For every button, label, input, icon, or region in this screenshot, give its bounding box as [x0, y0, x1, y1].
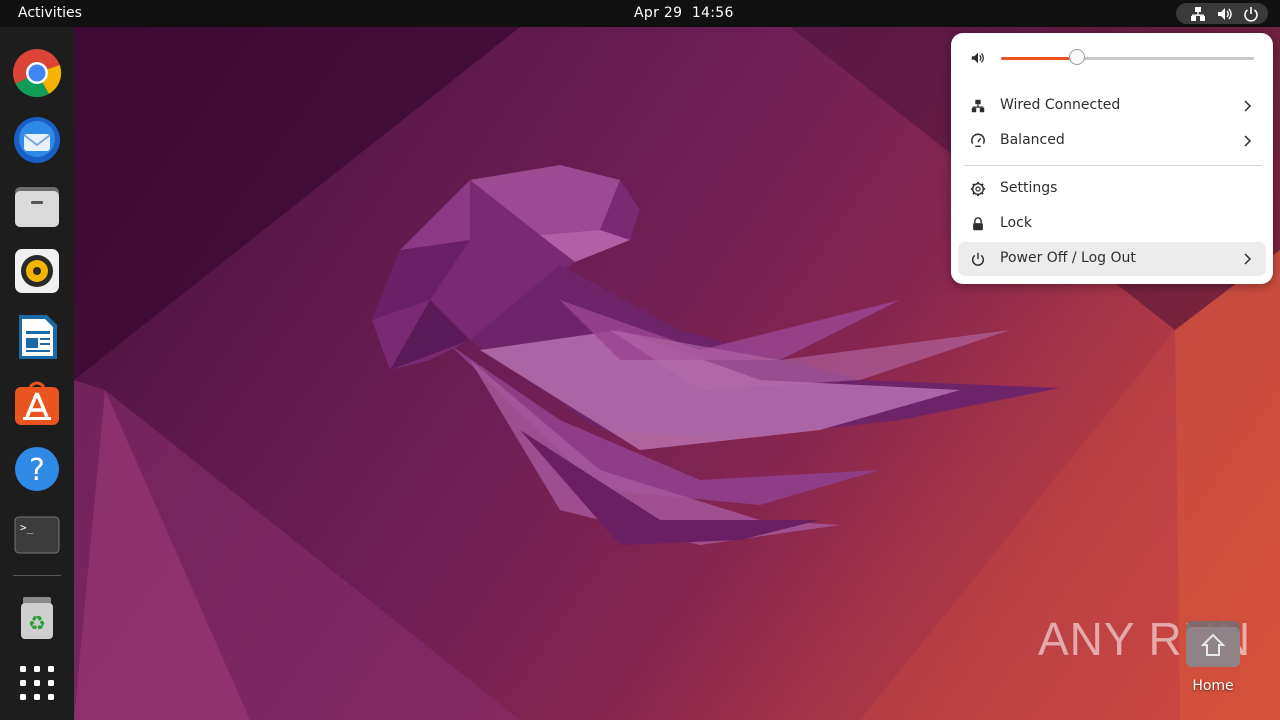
home-folder-label[interactable]: Home	[1180, 678, 1246, 694]
power-off-label: Power Off / Log Out	[1000, 250, 1136, 266]
network-wired-icon	[971, 99, 985, 113]
chevron-right-icon	[1244, 100, 1252, 112]
volume-slider[interactable]	[1001, 49, 1254, 65]
power-icon	[972, 252, 984, 266]
thunderbird-icon[interactable]	[11, 113, 63, 165]
wired-connected-label: Wired Connected	[1000, 97, 1121, 113]
dock-separator	[13, 575, 61, 576]
volume-slider-fill	[1001, 57, 1077, 60]
lock-item[interactable]: Lock	[958, 207, 1266, 241]
power-mode-item[interactable]: Balanced	[958, 124, 1266, 158]
top-bar: Activities Apr 29 14:56	[0, 0, 1280, 27]
svg-text:>_: >_	[20, 521, 34, 534]
files-icon[interactable]	[11, 179, 63, 231]
clock-date: Apr 29	[634, 5, 683, 21]
svg-text:♻: ♻	[28, 611, 46, 635]
terminal-icon[interactable]: >_	[11, 509, 63, 561]
writer-icon[interactable]	[11, 311, 63, 363]
dock: ? >_ ♻	[0, 27, 74, 720]
system-tray[interactable]	[1176, 3, 1268, 24]
power-off-item[interactable]: Power Off / Log Out	[958, 242, 1266, 276]
power-profile-icon	[971, 133, 985, 148]
chevron-right-icon	[1244, 135, 1252, 147]
lock-icon	[973, 217, 983, 231]
volume-slider-handle[interactable]	[1069, 49, 1085, 65]
speaker-icon	[971, 52, 984, 64]
trash-icon[interactable]: ♻	[11, 591, 63, 643]
wired-connected-item[interactable]: Wired Connected	[958, 89, 1266, 123]
clock[interactable]: Apr 29 14:56	[634, 5, 734, 21]
lock-label: Lock	[1000, 215, 1032, 231]
gear-icon	[970, 181, 986, 197]
activities-button[interactable]: Activities	[18, 5, 82, 21]
power-icon	[1244, 7, 1258, 22]
chevron-right-icon	[1244, 253, 1252, 265]
chrome-icon[interactable]	[11, 47, 63, 99]
system-menu: Wired Connected Balanced Settings Lock P…	[951, 33, 1273, 284]
volume-icon	[1218, 8, 1232, 20]
svg-text:?: ?	[29, 453, 45, 488]
clock-time: 14:56	[691, 5, 734, 21]
rhythmbox-icon[interactable]	[11, 245, 63, 297]
settings-label: Settings	[1000, 180, 1058, 196]
software-icon[interactable]	[11, 377, 63, 429]
menu-separator	[964, 165, 1262, 166]
app-grid-icon[interactable]	[11, 657, 63, 709]
home-folder-icon[interactable]	[1184, 617, 1242, 669]
power-mode-label: Balanced	[1000, 132, 1065, 148]
help-icon[interactable]: ?	[11, 443, 63, 495]
settings-item[interactable]: Settings	[958, 172, 1266, 206]
network-wired-icon	[1191, 7, 1205, 21]
